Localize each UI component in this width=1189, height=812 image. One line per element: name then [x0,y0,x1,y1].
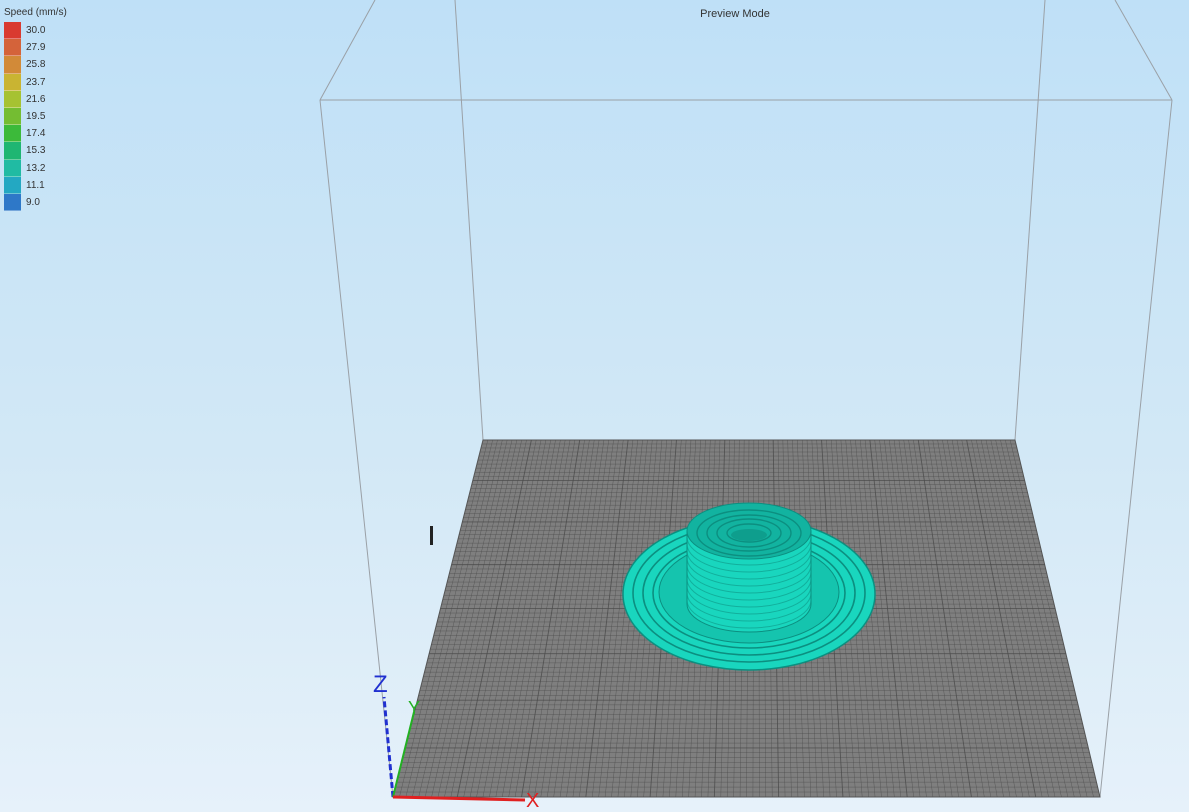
legend-swatch [4,56,21,74]
legend-swatch [4,90,21,108]
legend-row: 27.9 [4,39,67,57]
legend-value: 15.3 [26,145,46,157]
x-axis-label: X [526,790,539,812]
legend-value: 27.9 [26,42,46,54]
legend-swatch [4,125,21,143]
legend-value: 19.5 [26,111,46,123]
preview-viewport[interactable]: Z Y X Speed (mm/s) 30.0 27.9 25.8 23.7 21.6 1… [0,0,1189,812]
legend-swatch [4,142,21,160]
legend-swatch [4,176,21,194]
y-axis-label: Y [408,698,420,718]
legend-swatch [4,107,21,126]
legend-value: 25.8 [26,59,46,71]
legend-row: 21.6 [4,90,67,108]
legend-value: 21.6 [26,93,46,105]
legend-swatch [4,39,21,57]
legend-row: 9.0 [4,193,67,212]
legend-value: 17.4 [26,128,46,140]
legend-value: 23.7 [26,76,46,88]
legend-swatch [4,73,21,91]
legend-value: 13.2 [26,162,46,174]
cursor-marker [430,526,433,545]
legend-row: 30.0 [4,22,67,40]
legend-row: 13.2 [4,159,67,177]
legend-swatch [4,22,21,40]
legend-row: 11.1 [4,176,67,194]
legend-row: 25.8 [4,56,67,74]
preview-mode-label: Preview Mode [700,8,770,20]
legend-row: 23.7 [4,73,67,91]
legend-row: 19.5 [4,107,67,126]
legend-swatch [4,193,21,212]
z-axis-label: Z [373,671,388,698]
legend-value: 30.0 [26,25,46,37]
legend-swatch [4,159,21,177]
legend-title: Speed (mm/s) [4,7,67,18]
speed-legend: Speed (mm/s) 30.0 27.9 25.8 23.7 21.6 19.5 17.… [4,6,67,212]
scene-3d-view[interactable]: Z Y X [0,0,1189,812]
legend-value: 9.0 [26,196,40,208]
legend-value: 11.1 [26,179,45,191]
legend-row: 15.3 [4,142,67,160]
legend-row: 17.4 [4,125,67,143]
legend-scale: 30.0 27.9 25.8 23.7 21.6 19.5 17.4 15.3 13.2 11.1… [4,22,67,212]
